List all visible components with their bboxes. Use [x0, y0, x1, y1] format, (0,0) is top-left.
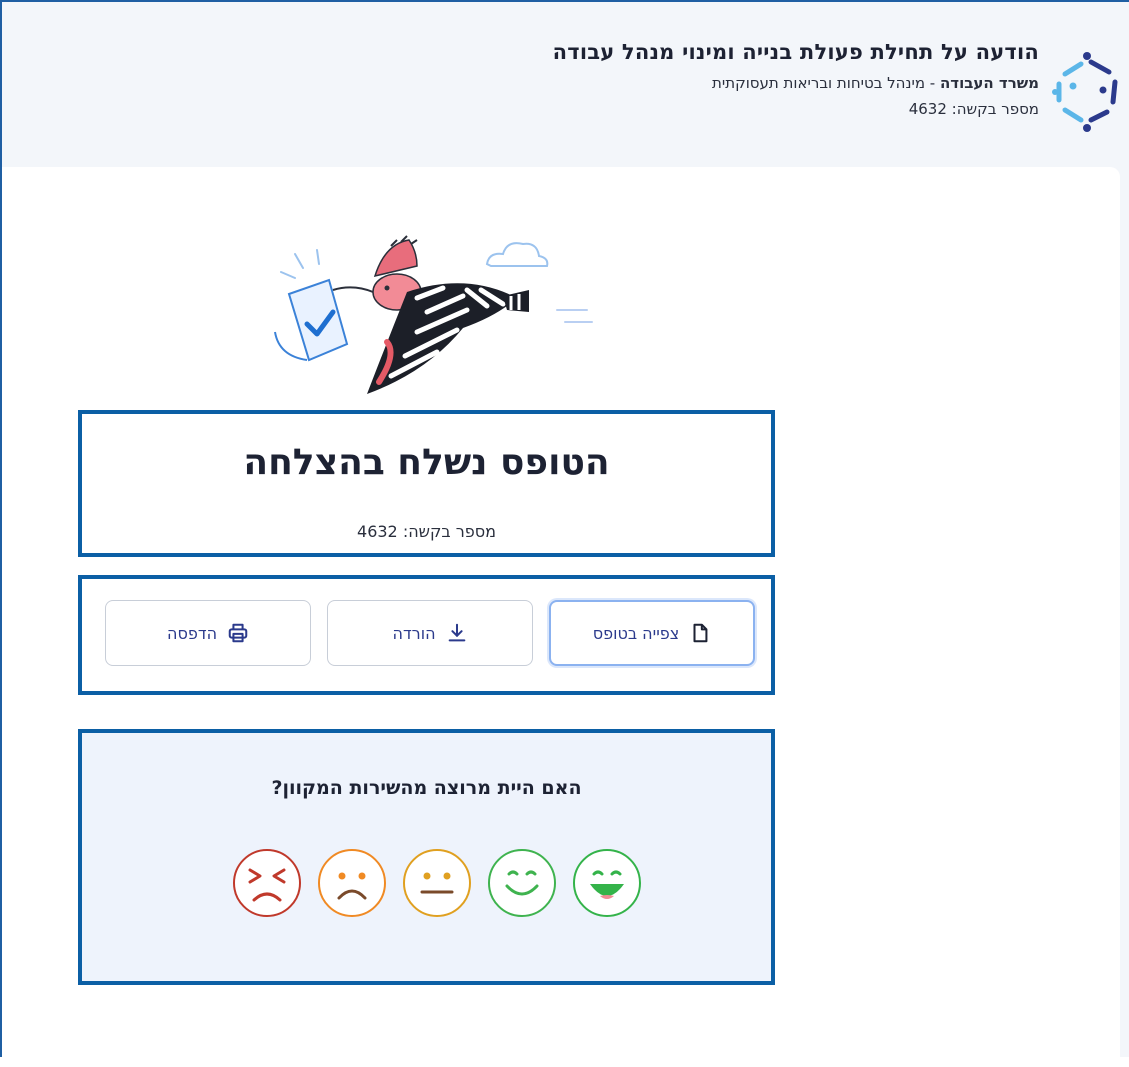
feedback-question: האם היית מרוצה מהשירות המקוון?: [271, 777, 582, 799]
view-form-button[interactable]: צפייה בטופס: [549, 600, 755, 666]
actions-panel: צפייה בטופס הורדה הדפסה: [78, 575, 775, 695]
page-header: הודעה על תחילת פעולת בנייה ומינוי מנהל ע…: [2, 2, 1129, 167]
download-icon: [448, 623, 465, 642]
rating-emojis: [222, 848, 642, 924]
document-icon: [693, 623, 708, 643]
header-ministry-line: משרד העבודה - מינהל בטיחות ובריאות תעסוק…: [553, 74, 1039, 92]
download-label: הורדה: [392, 623, 436, 643]
very-dissatisfied-emoji-icon[interactable]: [232, 848, 302, 918]
dissatisfied-emoji-icon[interactable]: [317, 848, 387, 918]
page-title: הודעה על תחילת פעולת בנייה ומינוי מנהל ע…: [552, 40, 1039, 64]
satisfied-emoji-icon[interactable]: [487, 848, 557, 918]
header-text: הודעה על תחילת פעולת בנייה ומינוי מנהל ע…: [553, 40, 1039, 118]
ministry-name: משרד העבודה: [939, 74, 1039, 92]
print-label: הדפסה: [167, 623, 218, 643]
gov-logo-icon: [1052, 52, 1118, 132]
department-name: מינהל בטיחות ובריאות תעסוקתית: [712, 74, 926, 92]
header-request-number: מספר בקשה: 4632: [908, 100, 1039, 118]
hoopoe-bird-illustration: [274, 235, 593, 394]
success-title: הטופס נשלח בהצלחה: [243, 442, 610, 483]
very-satisfied-emoji-icon[interactable]: [572, 848, 642, 918]
download-button[interactable]: הורדה: [327, 600, 533, 666]
view-form-label: צפייה בטופס: [592, 623, 680, 643]
success-request-number: מספר בקשה: 4632: [357, 522, 496, 541]
neutral-emoji-icon[interactable]: [402, 848, 472, 918]
success-panel: הטופס נשלח בהצלחה מספר בקשה: 4632: [78, 410, 775, 557]
page-frame: הודעה על תחילת פעולת בנייה ומינוי מנהל ע…: [0, 0, 1129, 1067]
printer-icon: [228, 623, 248, 643]
feedback-panel: האם היית מרוצה מהשירות המקוון?: [78, 729, 775, 985]
ministry-separator: -: [925, 74, 940, 92]
print-button[interactable]: הדפסה: [105, 600, 311, 666]
